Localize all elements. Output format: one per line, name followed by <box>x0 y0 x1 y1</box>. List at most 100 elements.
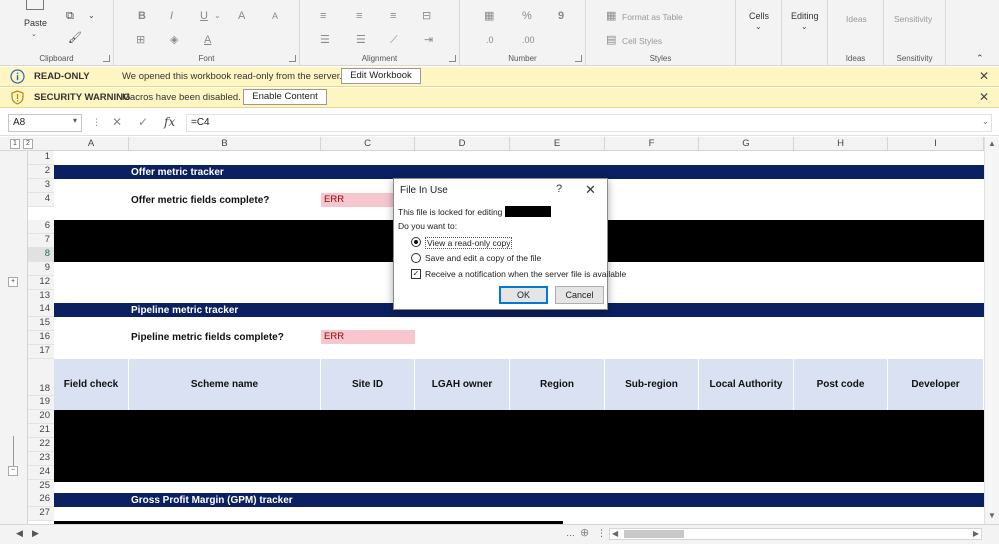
chevron-down-icon[interactable]: ⌄ <box>214 10 221 22</box>
underline-icon[interactable]: U <box>200 10 208 22</box>
borders-icon[interactable]: ⊞ <box>136 34 145 46</box>
italic-icon[interactable]: I <box>170 10 173 22</box>
bold-icon[interactable]: B <box>138 10 146 22</box>
paste-button[interactable]: Paste ⌄ <box>20 0 52 44</box>
row-header-1[interactable]: 1 <box>28 151 54 165</box>
chevron-down-icon[interactable]: ⌄ <box>982 117 989 126</box>
column-header-f[interactable]: F <box>605 137 699 150</box>
row-header-18[interactable]: 18 <box>28 359 54 396</box>
row-header-8[interactable]: 8 <box>28 248 54 262</box>
row-header-19[interactable]: 19 <box>28 396 54 410</box>
table-header-cell[interactable]: Region <box>510 359 605 410</box>
radio-copy[interactable] <box>411 253 421 263</box>
close-icon[interactable]: ✕ <box>979 90 989 104</box>
scroll-thumb[interactable] <box>624 530 684 538</box>
row-header-13[interactable]: 13 <box>28 290 54 304</box>
table-header-cell[interactable]: Scheme name <box>129 359 321 410</box>
wrap-text-icon[interactable]: ⊟ <box>422 10 431 22</box>
column-header-d[interactable]: D <box>415 137 510 150</box>
new-sheet-icon[interactable]: ⊕ <box>580 526 589 539</box>
row-header-14[interactable]: 14 <box>28 303 54 317</box>
indent-icon[interactable]: ⇥ <box>424 34 433 46</box>
table-header-cell[interactable]: Field check <box>54 359 129 410</box>
radio-readonly[interactable] <box>411 237 421 247</box>
row-header-20[interactable]: 20 <box>28 410 54 424</box>
table-header-cell[interactable]: Developer <box>888 359 984 410</box>
outline-level-1-button[interactable]: 1 <box>10 139 20 149</box>
edit-workbook-button[interactable]: Edit Workbook <box>341 68 421 84</box>
orientation-icon[interactable]: ⟋ <box>390 34 398 46</box>
column-header-e[interactable]: E <box>510 137 605 150</box>
row-header-25[interactable]: 25 <box>28 480 54 494</box>
row-header-16[interactable]: 16 <box>28 331 54 345</box>
dialog-launcher-icon[interactable] <box>575 55 582 62</box>
scroll-up-icon[interactable]: ▲ <box>988 139 996 148</box>
table-header-cell[interactable]: LGAH owner <box>415 359 510 410</box>
table-header-cell[interactable]: Site ID <box>321 359 415 410</box>
row-header-17[interactable]: 17 <box>28 345 54 359</box>
name-box[interactable]: A8 ▾ <box>8 114 82 132</box>
ideas-button[interactable]: Ideas <box>846 14 867 24</box>
format-painter-icon[interactable]: 🖌 <box>68 32 82 44</box>
more-sheets-icon[interactable]: … <box>566 528 575 538</box>
cancel-icon[interactable]: ✕ <box>112 115 122 129</box>
sensitivity-button[interactable]: Sensitivity <box>894 14 932 24</box>
table-header-cell[interactable]: Post code <box>794 359 888 410</box>
row-header-26[interactable]: 26 <box>28 493 54 507</box>
enable-content-button[interactable]: Enable Content <box>243 89 327 105</box>
ok-button[interactable]: OK <box>499 286 548 304</box>
align-left-icon[interactable]: ☰ <box>320 34 330 46</box>
row-header-12[interactable]: 12 <box>28 276 54 290</box>
cancel-button[interactable]: Cancel <box>555 286 604 304</box>
decrease-decimal-icon[interactable]: .00 <box>522 34 535 46</box>
option-readonly-label[interactable]: View a read-only copy <box>425 237 513 249</box>
comma-style-icon[interactable]: 9 <box>558 10 564 22</box>
row-header-6[interactable]: 6 <box>28 220 54 234</box>
row-header-3[interactable]: 3 <box>28 179 54 193</box>
align-bottom-icon[interactable]: ≡ <box>390 10 396 22</box>
fill-color-icon[interactable]: ◈ <box>170 34 178 46</box>
collapse-ribbon-icon[interactable]: ⌃ <box>976 52 984 64</box>
formula-input[interactable]: =C4 <box>186 114 992 132</box>
align-center-icon[interactable]: ☰ <box>356 34 366 46</box>
decrease-font-icon[interactable]: A <box>272 10 278 22</box>
close-icon[interactable]: ✕ <box>585 182 596 198</box>
insert-function-icon[interactable]: fx <box>164 115 175 129</box>
increase-font-icon[interactable]: A <box>238 10 245 22</box>
font-color-icon[interactable]: A <box>204 34 211 46</box>
row-header-4[interactable]: 4 <box>28 193 54 207</box>
notify-checkbox[interactable]: ✓ <box>411 269 421 279</box>
dialog-launcher-icon[interactable] <box>289 55 296 62</box>
scroll-right-icon[interactable]: ▶ <box>973 529 979 538</box>
previous-sheet-icon[interactable]: ◀ <box>16 528 23 539</box>
option-notify-label[interactable]: Receive a notification when the server f… <box>425 269 626 279</box>
next-sheet-icon[interactable]: ▶ <box>32 528 39 539</box>
scroll-left-icon[interactable]: ◀ <box>612 529 618 538</box>
enter-icon[interactable]: ✓ <box>138 115 148 129</box>
column-header-i[interactable]: I <box>888 137 984 150</box>
number-format-icon[interactable]: ▦ <box>484 10 494 22</box>
row-header-24[interactable]: 24 <box>28 466 54 480</box>
align-middle-icon[interactable]: ≡ <box>356 10 362 22</box>
vertical-scrollbar[interactable]: ▲ ▼ <box>984 137 999 524</box>
column-header-b[interactable]: B <box>129 137 321 150</box>
editing-button[interactable]: Editing ⌄ <box>782 0 828 66</box>
scroll-down-icon[interactable]: ▼ <box>988 511 996 520</box>
copy-icon[interactable]: ⧉ <box>66 10 74 22</box>
chevron-down-icon[interactable]: ⌄ <box>88 10 95 22</box>
column-header-h[interactable]: H <box>794 137 888 150</box>
option-copy-label[interactable]: Save and edit a copy of the file <box>425 253 541 263</box>
increase-decimal-icon[interactable]: .0 <box>486 34 494 46</box>
column-header-g[interactable]: G <box>699 137 794 150</box>
dialog-launcher-icon[interactable] <box>103 55 110 62</box>
cells-button[interactable]: Cells ⌄ <box>736 0 782 66</box>
row-header-23[interactable]: 23 <box>28 452 54 466</box>
column-header-c[interactable]: C <box>321 137 415 150</box>
align-top-icon[interactable]: ≡ <box>320 10 326 22</box>
table-header-cell[interactable]: Local Authority <box>699 359 794 410</box>
row-header-15[interactable]: 15 <box>28 317 54 331</box>
collapse-group-button[interactable]: − <box>8 466 18 476</box>
help-icon[interactable]: ? <box>556 183 562 195</box>
expand-group-button[interactable]: + <box>8 277 18 287</box>
close-icon[interactable]: ✕ <box>979 69 989 83</box>
